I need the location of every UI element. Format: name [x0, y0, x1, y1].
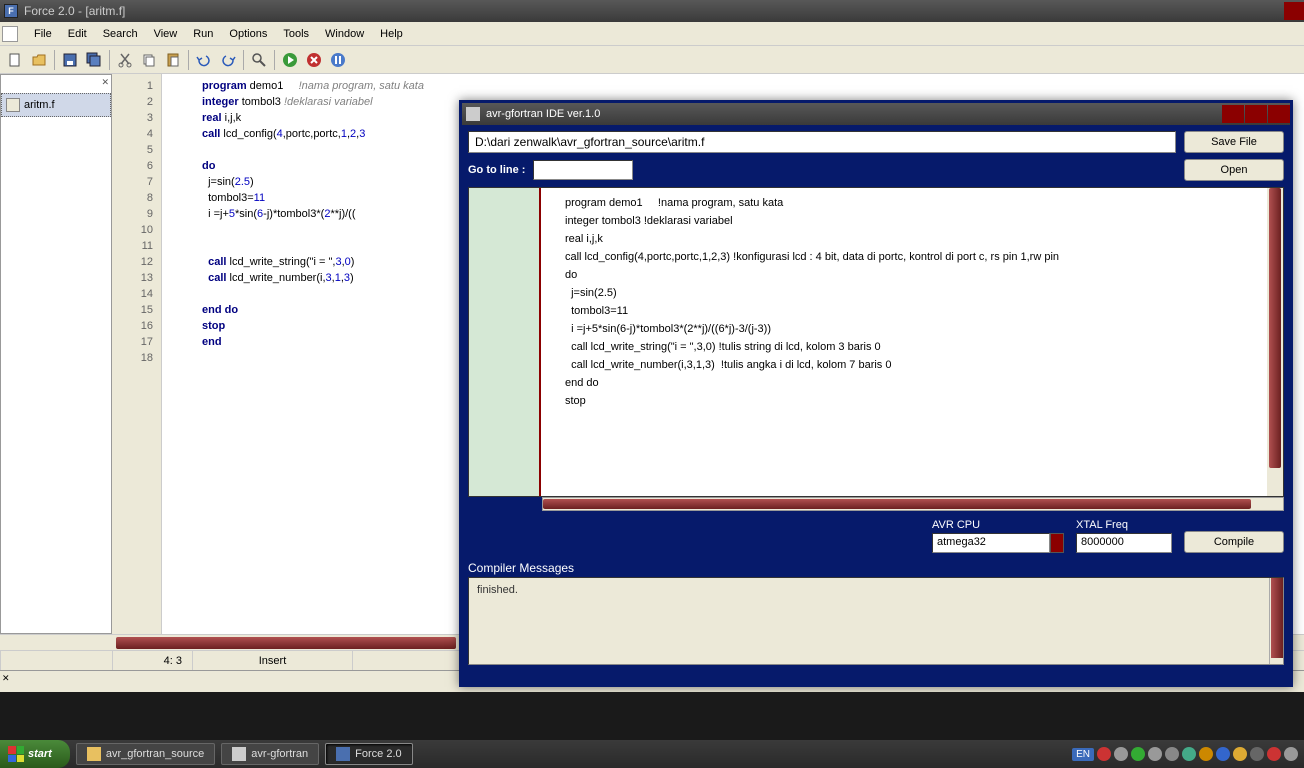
avr-close-button[interactable] [1268, 105, 1290, 123]
avr-vscrollbar[interactable] [1267, 188, 1283, 496]
menu-options[interactable]: Options [221, 24, 275, 44]
copy-button[interactable] [138, 49, 160, 71]
system-tray: EN [1072, 747, 1304, 761]
compiler-messages-label: Compiler Messages [468, 561, 1284, 575]
toolbar [0, 46, 1304, 74]
tray-icon[interactable] [1216, 747, 1230, 761]
avr-title: avr-gfortran IDE ver.1.0 [486, 108, 600, 120]
compiler-messages-panel: finished. [468, 577, 1284, 665]
taskbar-item-avr[interactable]: avr-gfortran [221, 743, 319, 765]
stop-button[interactable] [303, 49, 325, 71]
xtal-freq-label: XTAL Freq [1076, 519, 1172, 531]
file-tree-panel: ✕ aritm.f [0, 74, 112, 634]
avr-code-editor: program demo1 !nama program, satu katain… [468, 187, 1284, 497]
goto-line-input[interactable] [533, 160, 633, 180]
tray-icon[interactable] [1131, 747, 1145, 761]
avr-hscroll-thumb[interactable] [543, 499, 1251, 509]
open-file-button[interactable] [28, 49, 50, 71]
avr-icon [232, 747, 246, 761]
new-file-button[interactable] [4, 49, 26, 71]
compiler-message-text: finished. [477, 584, 518, 596]
tray-icon[interactable] [1148, 747, 1162, 761]
avr-cpu-dropdown-icon[interactable] [1050, 533, 1064, 553]
avr-cpu-select[interactable]: atmega32 [932, 533, 1050, 553]
menu-view[interactable]: View [146, 24, 186, 44]
force-app-icon: F [4, 4, 18, 18]
avr-gfortran-window: avr-gfortran IDE ver.1.0 D:\dari zenwalk… [459, 100, 1293, 687]
force-titlebar[interactable]: F Force 2.0 - [aritm.f] [0, 0, 1304, 22]
force-window-controls [1283, 2, 1304, 20]
xtal-freq-input[interactable]: 8000000 [1076, 533, 1172, 553]
tray-icon[interactable] [1165, 747, 1179, 761]
avr-maximize-button[interactable] [1245, 105, 1267, 123]
force-title: Force 2.0 - [aritm.f] [24, 4, 125, 18]
menu-file[interactable]: File [26, 24, 60, 44]
avr-body: D:\dari zenwalk\avr_gfortran_source\arit… [462, 125, 1290, 671]
compile-button[interactable]: Compile [1184, 531, 1284, 553]
avr-gutter [469, 188, 541, 496]
close-output-icon[interactable]: ✕ [2, 673, 10, 684]
avr-hscrollbar[interactable] [468, 497, 1284, 511]
avr-minimize-button[interactable] [1222, 105, 1244, 123]
menubar: File Edit Search View Run Options Tools … [0, 22, 1304, 46]
run-button[interactable] [279, 49, 301, 71]
menu-search[interactable]: Search [95, 24, 146, 44]
avr-app-icon [466, 107, 480, 121]
cursor-position: 4: 3 [112, 651, 192, 670]
tray-icon[interactable] [1267, 747, 1281, 761]
tray-icon[interactable] [1199, 747, 1213, 761]
tray-icon[interactable] [1097, 747, 1111, 761]
goto-line-label: Go to line : [468, 164, 525, 176]
taskbar: start avr_gfortran_source avr-gfortran F… [0, 740, 1304, 768]
find-button[interactable] [248, 49, 270, 71]
folder-icon [87, 747, 101, 761]
menu-window[interactable]: Window [317, 24, 372, 44]
tray-icon[interactable] [1114, 747, 1128, 761]
editor-mode: Insert [192, 651, 352, 670]
redo-button[interactable] [217, 49, 239, 71]
pause-button[interactable] [327, 49, 349, 71]
avr-vscroll-thumb[interactable] [1269, 188, 1281, 468]
file-tree-item[interactable]: aritm.f [1, 93, 111, 117]
tray-icon[interactable] [1182, 747, 1196, 761]
force-icon [336, 747, 350, 761]
file-icon [6, 98, 20, 112]
mdi-icon[interactable] [2, 26, 18, 42]
cut-button[interactable] [114, 49, 136, 71]
taskbar-item-force[interactable]: Force 2.0 [325, 743, 412, 765]
save-all-button[interactable] [83, 49, 105, 71]
desktop-background-strip [0, 692, 1304, 740]
line-number-gutter: 123456789101112131415161718 [112, 74, 162, 634]
save-button[interactable] [59, 49, 81, 71]
hscroll-thumb[interactable] [116, 637, 456, 649]
menu-run[interactable]: Run [185, 24, 221, 44]
save-file-button[interactable]: Save File [1184, 131, 1284, 153]
tray-icon[interactable] [1284, 747, 1298, 761]
avr-window-controls [1221, 105, 1290, 123]
paste-button[interactable] [162, 49, 184, 71]
undo-button[interactable] [193, 49, 215, 71]
menu-edit[interactable]: Edit [60, 24, 95, 44]
msgs-vscrollbar[interactable] [1269, 578, 1283, 664]
menu-help[interactable]: Help [372, 24, 411, 44]
start-button[interactable]: start [0, 740, 70, 768]
avr-code-area[interactable]: program demo1 !nama program, satu katain… [541, 188, 1267, 496]
taskbar-item-folder[interactable]: avr_gfortran_source [76, 743, 215, 765]
menu-tools[interactable]: Tools [275, 24, 317, 44]
windows-logo-icon [8, 746, 24, 762]
language-indicator[interactable]: EN [1072, 748, 1094, 761]
tray-icon[interactable] [1250, 747, 1264, 761]
open-button[interactable]: Open [1184, 159, 1284, 181]
file-path-input[interactable]: D:\dari zenwalk\avr_gfortran_source\arit… [468, 131, 1176, 153]
avr-cpu-label: AVR CPU [932, 519, 1064, 531]
tray-icon[interactable] [1233, 747, 1247, 761]
avr-titlebar[interactable]: avr-gfortran IDE ver.1.0 [462, 103, 1290, 125]
close-panel-icon[interactable]: ✕ [101, 77, 109, 88]
file-name: aritm.f [24, 99, 55, 111]
minimize-button[interactable] [1284, 2, 1304, 20]
